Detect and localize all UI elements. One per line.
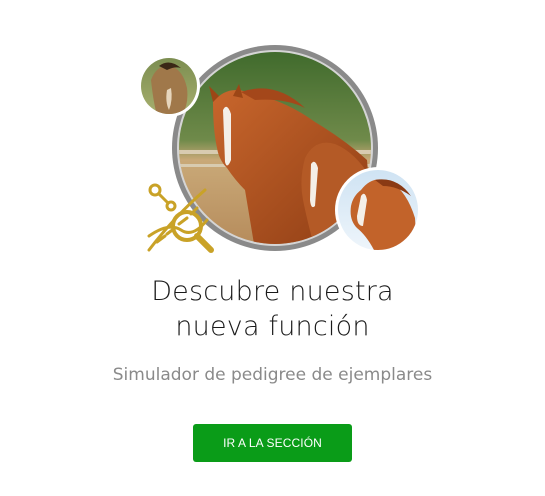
promo-subtitle: Simulador de pedigree de ejemplares xyxy=(112,365,433,385)
small-horse-photo-right xyxy=(335,167,421,253)
promo-title-line-2: nueva función xyxy=(175,311,370,342)
promo-title: Descubre nuestra nueva función xyxy=(0,274,545,344)
promo-card: Descubre nuestra nueva función Simulador… xyxy=(0,0,545,496)
go-to-section-button[interactable]: IR A LA SECCIÓN xyxy=(193,424,352,462)
hero-illustration xyxy=(135,40,425,260)
promo-title-line-1: Descubre nuestra xyxy=(151,276,394,307)
small-horse-photo-left xyxy=(138,55,200,117)
